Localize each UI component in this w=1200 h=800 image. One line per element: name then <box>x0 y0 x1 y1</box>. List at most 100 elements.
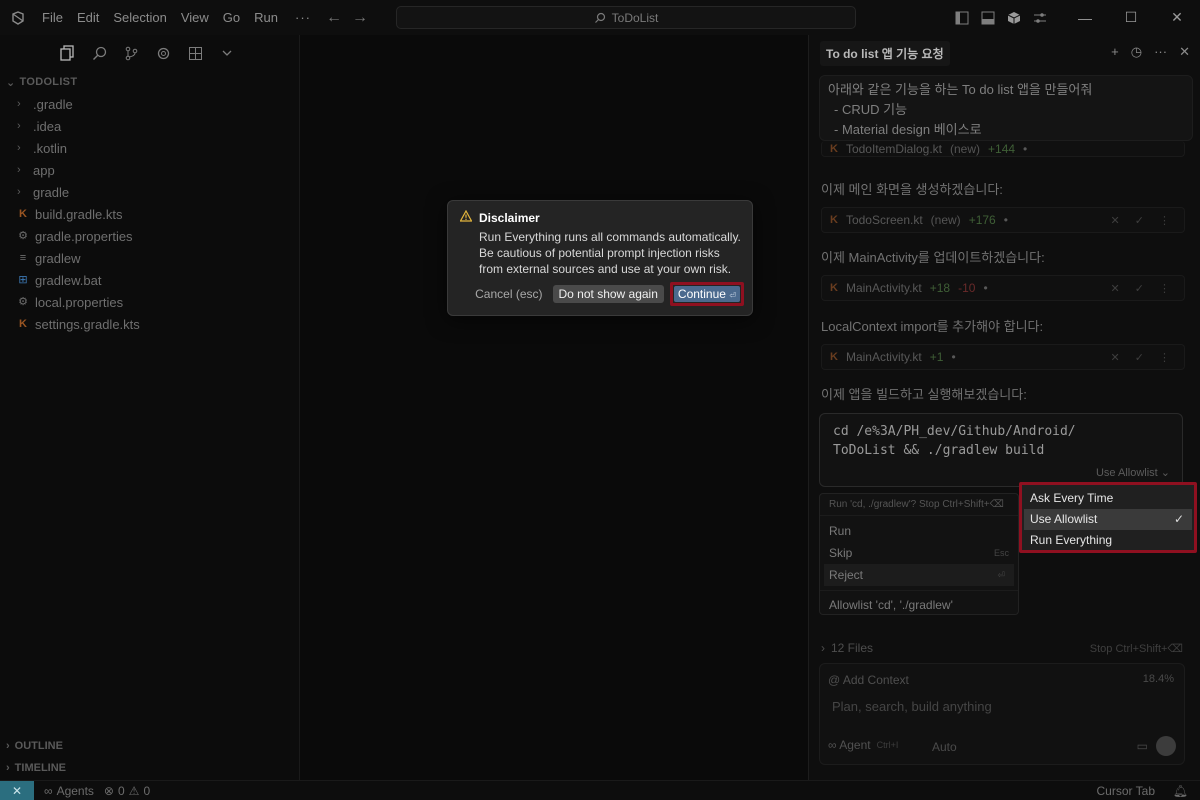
send-button[interactable] <box>1156 736 1176 756</box>
timeline-section[interactable]: › TIMELINE <box>0 757 66 779</box>
menu-selection[interactable]: Selection <box>106 0 173 35</box>
minimize-icon[interactable]: — <box>1062 0 1108 35</box>
tree-file[interactable]: ⚙ local.properties <box>0 291 299 313</box>
bell-icon[interactable]: 🔔︎ <box>1173 784 1188 798</box>
continue-label: Continue <box>677 287 726 301</box>
tree-item-label: gradle <box>33 184 70 200</box>
user-message-line: - CRUD 기능 <box>834 102 908 117</box>
tree-folder[interactable]: › .idea <box>0 115 299 137</box>
tree-file[interactable]: ⊞ gradlew.bat <box>0 269 299 291</box>
toggle-primary-sidebar-icon[interactable] <box>953 9 971 27</box>
chat-input-box[interactable]: @ Add Context 18.4% Plan, search, build … <box>819 663 1185 765</box>
allowlist-option[interactable]: Allowlist 'cd', './gradlew' <box>820 594 1018 616</box>
agent-mode-selector[interactable]: ∞ Agent Ctrl+I <box>828 738 898 752</box>
chevron-right-icon: › <box>17 164 21 176</box>
chevron-down-icon[interactable] <box>217 43 237 63</box>
menu-more[interactable]: ··· <box>285 0 321 35</box>
maximize-icon[interactable]: ☐ <box>1108 0 1154 35</box>
explorer-root-title: TODOLIST <box>19 76 78 88</box>
outline-section[interactable]: › OUTLINE <box>0 735 63 757</box>
changed-files-bar[interactable]: › 12 Files Stop Ctrl+Shift+⌫ <box>821 638 1183 658</box>
cube-icon[interactable] <box>1005 9 1023 27</box>
chevron-right-icon: › <box>17 186 21 198</box>
extensions-gear-icon[interactable] <box>153 43 173 63</box>
code-change-chip[interactable]: K MainActivity.kt +18 -10 • ✕ ✓ ⋮ <box>821 275 1185 301</box>
cursor-tab-status[interactable]: Cursor Tab <box>1097 784 1155 798</box>
menu-go[interactable]: Go <box>216 0 247 35</box>
menu-run[interactable]: Run <box>247 0 285 35</box>
remote-indicator[interactable]: ✕ <box>0 780 34 800</box>
tree-file[interactable]: ⚙ gradle.properties <box>0 225 299 247</box>
run-options-menu: Run 'cd, ./gradlew'? Stop Ctrl+Shift+⌫ R… <box>819 493 1019 615</box>
menu-file[interactable]: File <box>35 0 70 35</box>
chip-additions: +144 <box>988 141 1016 156</box>
run-option[interactable]: Run <box>820 520 1018 542</box>
explorer-icon[interactable] <box>57 43 77 63</box>
reject-label: Reject <box>829 568 864 582</box>
assistant-message: 이제 앱을 빌드하고 실행해보겠습니다: <box>821 387 1027 402</box>
chip-filename: MainActivity.kt <box>845 350 922 364</box>
menu-edit[interactable]: Edit <box>70 0 106 35</box>
add-context-button[interactable]: @ Add Context <box>828 673 909 687</box>
image-icon[interactable]: ▭ <box>1137 739 1148 753</box>
gear-icon: ⚙ <box>18 296 28 308</box>
settings-sliders-icon[interactable] <box>1031 9 1049 27</box>
chip-filename: TodoItemDialog.kt <box>845 141 942 156</box>
skip-option[interactable]: Skip Esc <box>820 542 1018 564</box>
editor-area <box>300 35 808 780</box>
files-count: 12 Files <box>831 641 874 655</box>
tree-file[interactable]: Ksettings.gradle.kts <box>0 313 299 335</box>
user-message[interactable]: 아래와 같은 기능을 하는 To do list 앱을 만들어줘 - CRUD … <box>819 75 1193 141</box>
chat-tab-title[interactable]: To do list 앱 기능 요청 <box>820 40 950 66</box>
agents-status[interactable]: ∞ Agents <box>44 784 94 798</box>
user-message-line: - Material design 베이스로 <box>834 122 982 137</box>
code-change-chip[interactable]: K TodoItemDialog.kt (new) +144 • <box>821 141 1185 157</box>
tree-folder[interactable]: › .kotlin <box>0 137 299 159</box>
chip-additions: +1 <box>929 350 944 364</box>
terminal-command-box[interactable]: cd /e%3A/PH_dev/Github/Android/ ToDoList… <box>819 413 1183 487</box>
chip-controls[interactable]: ✕ ✓ ⋮ <box>1110 214 1176 227</box>
problems-status[interactable]: ⊗ 0 ⚠ 0 <box>104 784 150 798</box>
mode-use-allowlist[interactable]: Use Allowlist ✓ <box>1024 509 1192 530</box>
close-window-icon[interactable]: ✕ <box>1154 0 1200 35</box>
tree-folder[interactable]: › .gradle <box>0 93 299 115</box>
more-icon[interactable]: ··· <box>1154 44 1167 60</box>
model-selector[interactable]: Auto <box>932 740 957 754</box>
tree-file[interactable]: ≡ gradlew <box>0 247 299 269</box>
menu-bar: File Edit Selection View Go Run ··· <box>35 0 321 35</box>
search-icon[interactable] <box>89 43 109 63</box>
tree-folder[interactable]: › gradle <box>0 181 299 203</box>
back-arrow-icon[interactable]: ← <box>321 9 347 27</box>
layout-grid-icon[interactable] <box>185 43 205 63</box>
tree-file[interactable]: Kbuild.gradle.kts <box>0 203 299 225</box>
run-policy-dropdown[interactable]: Use Allowlist ⌄ <box>1096 466 1170 479</box>
menu-view[interactable]: View <box>174 0 216 35</box>
tree-folder[interactable]: › app <box>0 159 299 181</box>
code-change-chip[interactable]: K MainActivity.kt +1 • ✕ ✓ ⋮ <box>821 344 1185 370</box>
kotlin-file-icon: K <box>830 351 838 363</box>
chip-controls[interactable]: ✕ ✓ ⋮ <box>1110 351 1176 364</box>
close-panel-icon[interactable]: ✕ <box>1179 44 1190 60</box>
toggle-panel-icon[interactable] <box>979 9 997 27</box>
history-icon[interactable]: ◷ <box>1131 44 1142 60</box>
chip-controls[interactable]: ✕ ✓ ⋮ <box>1110 282 1176 295</box>
kotlin-file-icon: K <box>830 142 838 155</box>
mode-label: Use Allowlist <box>1030 512 1098 526</box>
reject-option[interactable]: Reject ⏎ <box>824 564 1014 586</box>
mode-run-everything[interactable]: Run Everything <box>1024 530 1192 551</box>
do-not-show-again-button[interactable]: Do not show again <box>552 285 664 303</box>
continue-button[interactable]: Continue ⏎ <box>673 286 740 302</box>
code-change-chip[interactable]: K TodoScreen.kt (new) +176 • ✕ ✓ ⋮ <box>821 207 1185 233</box>
mode-ask-every-time[interactable]: Ask Every Time <box>1024 488 1192 509</box>
cancel-button[interactable]: Cancel (esc) <box>471 285 546 303</box>
new-chat-icon[interactable]: + <box>1111 44 1119 60</box>
forward-arrow-icon[interactable]: → <box>347 9 373 27</box>
command-center-search[interactable]: ToDoList <box>396 6 856 29</box>
explorer-root-header[interactable]: ⌄ TODOLIST <box>0 71 299 93</box>
context-usage: 18.4% <box>1142 673 1174 685</box>
chat-input-placeholder[interactable]: Plan, search, build anything <box>832 699 992 714</box>
reject-shortcut: ⏎ <box>997 570 1005 580</box>
stop-button[interactable]: Stop Ctrl+Shift+⌫ <box>1090 642 1183 655</box>
chat-panel: To do list 앱 기능 요청 + ◷ ··· ✕ 아래와 같은 기능을 … <box>808 35 1200 780</box>
source-control-icon[interactable] <box>121 43 141 63</box>
